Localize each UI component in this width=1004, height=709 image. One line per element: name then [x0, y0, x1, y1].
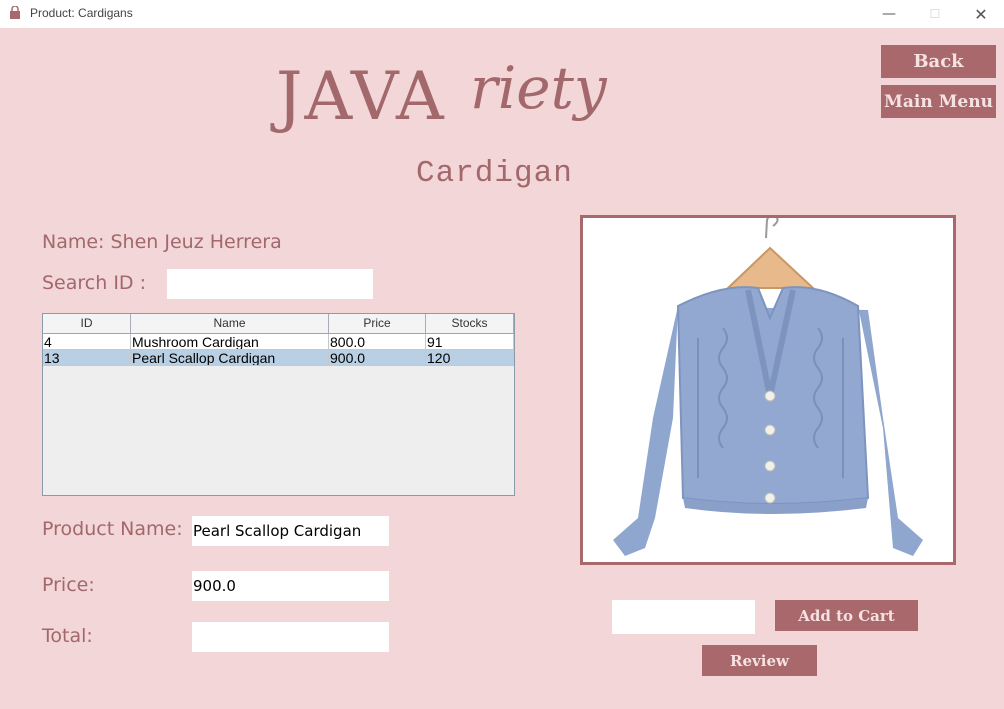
search-label: Search ID :: [42, 272, 146, 294]
logo-text-script: riety: [470, 54, 607, 122]
product-table[interactable]: ID Name Price Stocks 4 Mushroom Cardigan…: [42, 313, 515, 496]
price-label: Price:: [42, 574, 95, 596]
table-row[interactable]: 4 Mushroom Cardigan 800.0 91: [43, 334, 514, 350]
minimize-icon[interactable]: —: [866, 0, 912, 28]
cell-price: 900.0: [329, 350, 426, 366]
maximize-icon[interactable]: ☐: [912, 0, 958, 28]
main-panel: Back Main Menu JAVA riety Cardigan Name:…: [0, 28, 1004, 709]
main-menu-button[interactable]: Main Menu: [881, 85, 996, 118]
product-name-label: Product Name:: [42, 518, 183, 540]
cell-id: 4: [43, 334, 131, 350]
add-to-cart-button[interactable]: Add to Cart: [775, 600, 918, 631]
cell-name: Mushroom Cardigan: [131, 334, 329, 350]
category-title: Cardigan: [416, 156, 573, 191]
cell-id: 13: [43, 350, 131, 366]
total-field[interactable]: [192, 622, 389, 652]
total-label: Total:: [42, 625, 93, 647]
table-header: ID Name Price Stocks: [43, 314, 514, 334]
price-field[interactable]: 900.0: [192, 571, 389, 601]
title-bar: Product: Cardigans — ☐ ✕: [0, 0, 1004, 28]
cell-price: 800.0: [329, 334, 426, 350]
table-row-selected[interactable]: 13 Pearl Scallop Cardigan 900.0 120: [43, 350, 514, 366]
shop-icon: [10, 6, 20, 19]
cell-name: Pearl Scallop Cardigan: [131, 350, 329, 366]
logo-text-java: JAVA: [276, 58, 446, 135]
cell-stocks: 120: [426, 350, 514, 366]
column-header-stocks[interactable]: Stocks: [426, 314, 514, 333]
window-title: Product: Cardigans: [30, 6, 133, 20]
close-icon[interactable]: ✕: [958, 0, 1004, 28]
search-input[interactable]: [167, 269, 373, 299]
customer-name: Name: Shen Jeuz Herrera: [42, 231, 282, 253]
product-image: [580, 215, 956, 565]
column-header-id[interactable]: ID: [43, 314, 131, 333]
product-name-field[interactable]: Pearl Scallop Cardigan: [192, 516, 389, 546]
back-button[interactable]: Back: [881, 45, 996, 78]
quantity-input[interactable]: [612, 600, 755, 634]
column-header-name[interactable]: Name: [131, 314, 329, 333]
cell-stocks: 91: [426, 334, 514, 350]
review-button[interactable]: Review: [702, 645, 817, 676]
column-header-price[interactable]: Price: [329, 314, 426, 333]
cardigan-image: [613, 218, 923, 556]
